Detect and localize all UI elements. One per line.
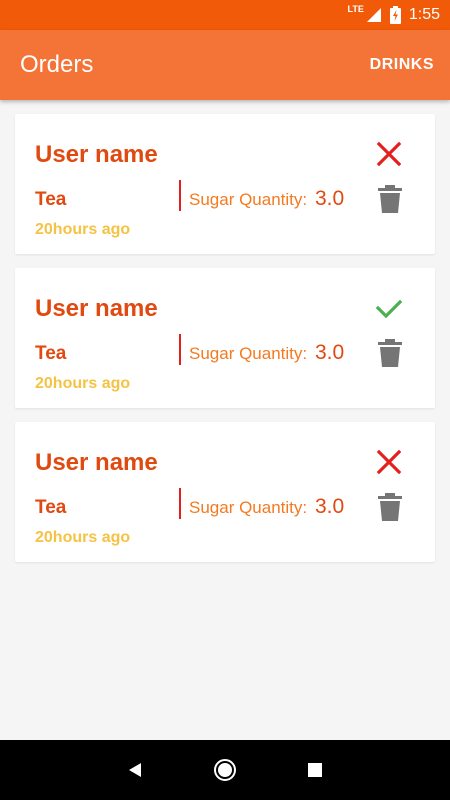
trash-icon[interactable] — [378, 185, 402, 213]
sugar-quantity-value: 3.0 — [315, 341, 345, 364]
order-time: 20hours ago — [35, 529, 131, 546]
orders-list: User name Tea Sugar Quantity: 3.0 20hour… — [15, 114, 435, 576]
sugar-quantity-label: Sugar Quantity: — [189, 344, 308, 363]
trash-icon[interactable] — [378, 493, 402, 521]
order-user-name: User name — [35, 295, 158, 322]
clock: 1:55 — [408, 6, 440, 23]
divider — [179, 488, 181, 519]
signal-icon: LTE — [347, 4, 382, 23]
trash-icon[interactable] — [378, 339, 402, 367]
check-icon[interactable] — [375, 294, 403, 322]
order-drink: Tea — [35, 497, 67, 518]
sugar-quantity-value: 3.0 — [315, 187, 345, 210]
network-type: LTE — [347, 4, 364, 14]
recents-icon[interactable] — [302, 757, 328, 783]
order-card: User name Tea Sugar Quantity: 3.0 20hour… — [15, 268, 435, 408]
order-user-name: User name — [35, 141, 158, 168]
back-icon[interactable] — [122, 757, 148, 783]
app-bar: Orders DRINKS — [0, 30, 450, 100]
order-user-name: User name — [35, 449, 158, 476]
home-icon[interactable] — [212, 757, 238, 783]
status-bar: LTE 1:55 — [0, 0, 450, 30]
page-title: Orders — [20, 51, 94, 78]
sugar-quantity-label: Sugar Quantity: — [189, 190, 308, 209]
close-icon[interactable] — [375, 140, 403, 168]
order-drink: Tea — [35, 343, 67, 364]
order-time: 20hours ago — [35, 221, 131, 238]
sugar-quantity-label: Sugar Quantity: — [189, 498, 308, 517]
battery-icon — [389, 6, 401, 24]
order-card: User name Tea Sugar Quantity: 3.0 20hour… — [15, 422, 435, 562]
order-time: 20hours ago — [35, 375, 131, 392]
divider — [179, 334, 181, 365]
system-nav-bar — [0, 740, 450, 800]
order-card: User name Tea Sugar Quantity: 3.0 20hour… — [15, 114, 435, 254]
close-icon[interactable] — [375, 448, 403, 476]
order-drink: Tea — [35, 189, 67, 210]
sugar-quantity-value: 3.0 — [315, 495, 345, 518]
drinks-button[interactable]: DRINKS — [370, 56, 434, 74]
divider — [179, 180, 181, 211]
